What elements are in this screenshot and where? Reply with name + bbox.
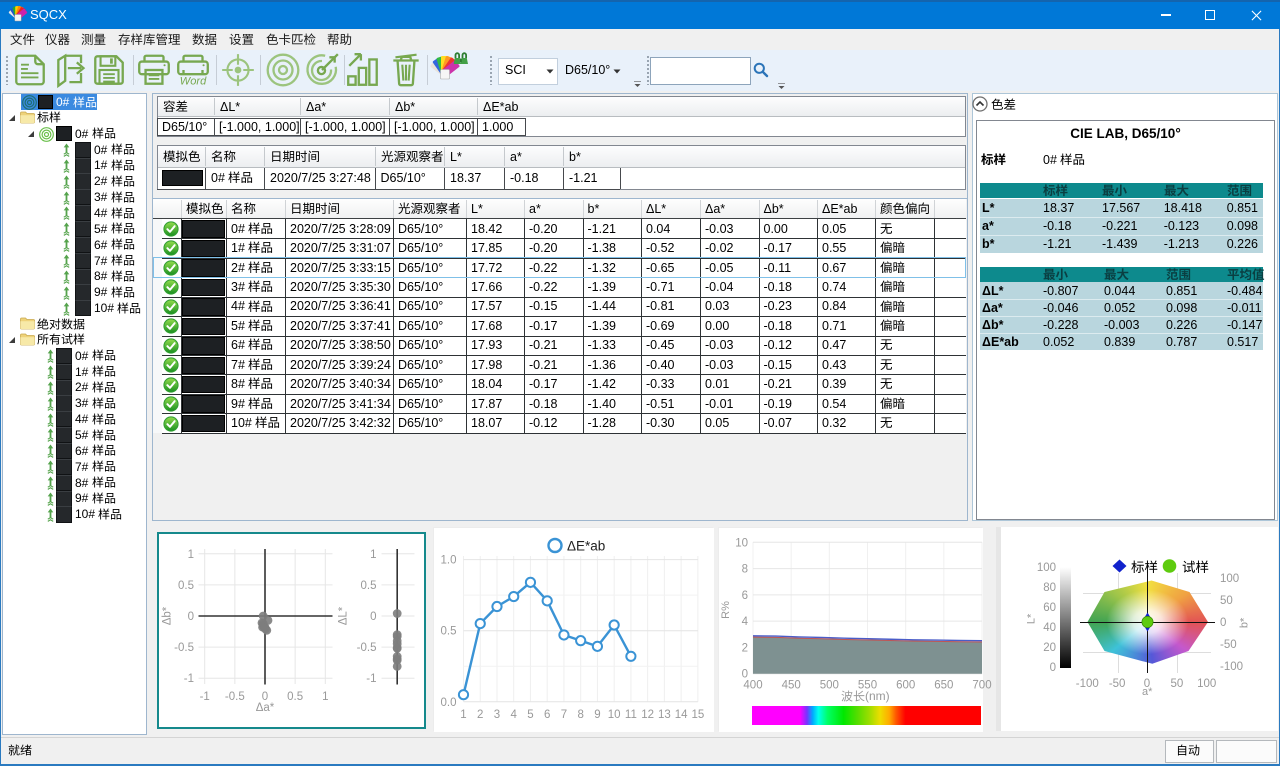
svg-text:6: 6	[742, 590, 748, 602]
svg-text:6: 6	[544, 709, 550, 721]
svg-text:Δb*: Δb*	[161, 606, 173, 625]
svg-text:-0.5: -0.5	[174, 642, 194, 654]
svg-text:10: 10	[608, 709, 621, 721]
svg-text:10: 10	[735, 537, 748, 549]
svg-text:1.0: 1.0	[441, 555, 457, 567]
svg-text:500: 500	[820, 680, 839, 692]
svg-text:400: 400	[743, 680, 762, 692]
svg-text:0.0: 0.0	[441, 697, 457, 709]
svg-text:5: 5	[527, 709, 533, 721]
svg-text:11: 11	[625, 709, 637, 721]
svg-text:4: 4	[511, 709, 518, 721]
svg-text:9: 9	[594, 709, 600, 721]
svg-text:-1: -1	[183, 673, 193, 685]
svg-text:0.5: 0.5	[441, 626, 457, 638]
svg-text:0.5: 0.5	[178, 580, 194, 592]
svg-text:1: 1	[187, 549, 193, 561]
svg-text:R%: R%	[720, 601, 732, 619]
svg-text:1: 1	[322, 691, 328, 703]
svg-text:15: 15	[691, 709, 704, 721]
svg-text:13: 13	[658, 709, 671, 721]
svg-text:14: 14	[675, 709, 688, 721]
svg-text:12: 12	[641, 709, 654, 721]
svg-text:0.5: 0.5	[287, 691, 303, 703]
svg-text:Word: Word	[180, 75, 207, 87]
svg-text:1: 1	[460, 709, 466, 721]
svg-text:1: 1	[370, 549, 376, 561]
svg-text:8: 8	[742, 564, 748, 576]
svg-text:0: 0	[187, 611, 193, 623]
svg-text:7: 7	[561, 709, 567, 721]
svg-text:600: 600	[896, 680, 915, 692]
svg-text:2: 2	[742, 642, 748, 654]
svg-text:ΔE*ab: ΔE*ab	[567, 539, 605, 554]
svg-text:0.5: 0.5	[360, 580, 376, 592]
svg-text:4: 4	[742, 616, 749, 628]
svg-text:3: 3	[494, 709, 500, 721]
svg-text:-0.5: -0.5	[356, 642, 376, 654]
svg-text:0: 0	[370, 611, 376, 623]
svg-text:2: 2	[477, 709, 483, 721]
svg-text:8: 8	[577, 709, 583, 721]
svg-text:ΔL*: ΔL*	[337, 606, 349, 625]
svg-text:700: 700	[972, 680, 991, 692]
svg-text:450: 450	[782, 680, 801, 692]
svg-text:-0.5: -0.5	[224, 691, 244, 703]
svg-text:Δa*: Δa*	[255, 702, 274, 714]
svg-text:-1: -1	[366, 673, 376, 685]
svg-text:650: 650	[934, 680, 953, 692]
svg-text:-1: -1	[199, 691, 209, 703]
